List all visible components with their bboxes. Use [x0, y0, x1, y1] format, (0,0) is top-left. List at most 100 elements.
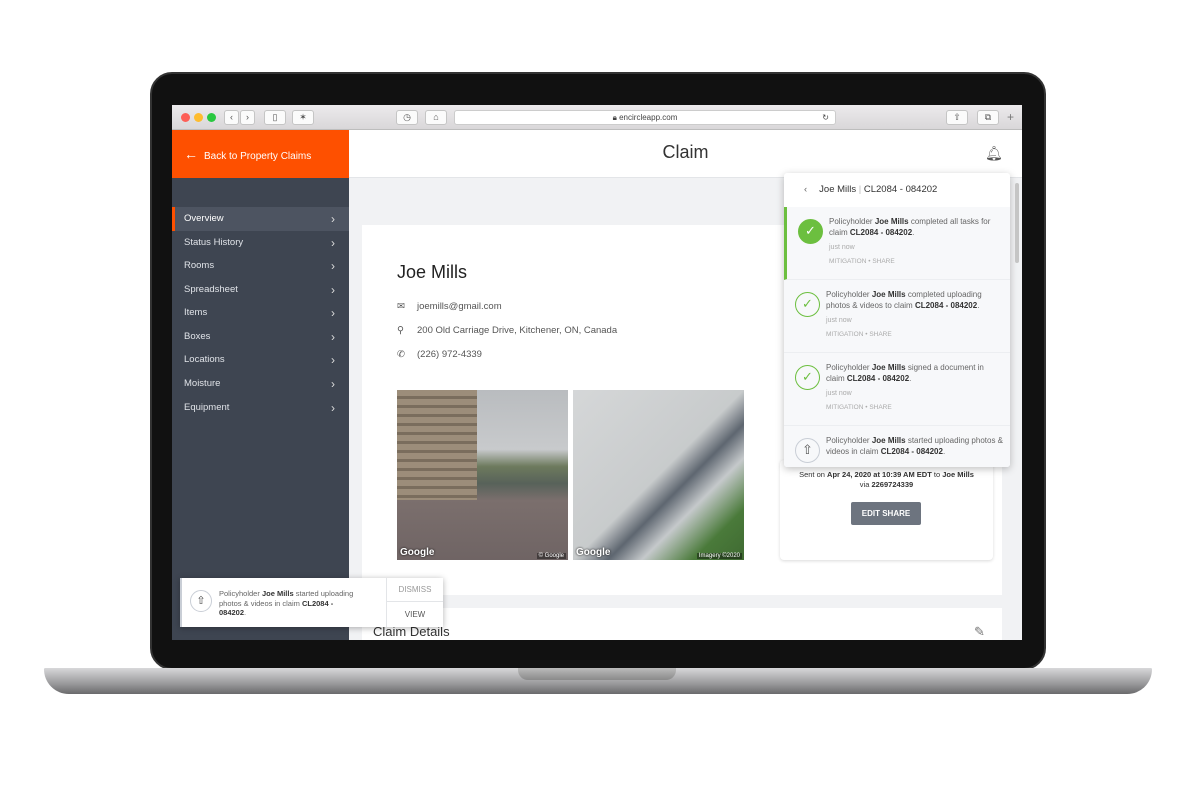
sent-to: to [931, 470, 943, 479]
email-row: ✉ joemills@gmail.com [397, 301, 502, 312]
sidebar-item-moisture[interactable]: Moisture › [172, 372, 349, 396]
pencil-icon[interactable]: ✎ [974, 624, 985, 640]
laptop-notch [518, 668, 676, 680]
forward-nav-icon[interactable]: › [240, 110, 255, 125]
notifications-scrollbar[interactable] [1015, 183, 1019, 263]
sidebar-item-items[interactable]: Items › [172, 301, 349, 325]
location-pin-icon: ⚲ [397, 325, 404, 336]
check-circle-icon: ✓ [795, 365, 820, 390]
page-title: Claim [662, 142, 709, 162]
google-logo: Google [400, 547, 435, 558]
check-circle-icon: ✓ [795, 292, 820, 317]
nav-label: Items [184, 307, 208, 318]
building-shape [397, 390, 477, 500]
sent-prefix: Sent on [799, 470, 828, 479]
reader-icon[interactable]: ✶ [292, 110, 314, 125]
nav-label: Equipment [184, 402, 230, 413]
notifications-header: ‹ Joe Mills | CL2084 - 084202 [784, 173, 1010, 207]
sidebar-item-rooms[interactable]: Rooms › [172, 254, 349, 278]
sidebar-item-spreadsheet[interactable]: Spreadsheet › [172, 278, 349, 302]
notification-item[interactable]: ⇧ Policyholder Joe Mills started uploadi… [784, 426, 1010, 467]
address-bar[interactable]: 🔒︎ encircleapp.com ↻ [454, 110, 836, 125]
notification-item[interactable]: ✓ Policyholder Joe Mills signed a docume… [784, 353, 1010, 426]
page-header: Claim 🔔︎ [349, 130, 1022, 178]
notification-text: Policyholder Joe Mills completed all tas… [829, 217, 991, 237]
nav-label: Status History [184, 237, 244, 248]
claim-details-card: Claim Details ✎ [362, 608, 1002, 640]
browser-toolbar: ‹ › ▯ ✶ ◷ ⌂ 🔒︎ encircleapp.com ↻ ⇧ ⧉ + [172, 105, 1022, 130]
bell-icon[interactable]: 🔔︎ [985, 145, 1003, 162]
minimize-window-button[interactable] [194, 113, 203, 122]
share-sent-info: Sent on Apr 24, 2020 at 10:39 AM EDT to … [780, 470, 993, 490]
chevron-right-icon: › [331, 353, 335, 367]
sent-name: Joe Mills [942, 470, 974, 479]
check-circle-filled-icon: ✓ [798, 219, 823, 244]
notification-item[interactable]: ✓ Policyholder Joe Mills completed uploa… [784, 280, 1010, 353]
chevron-right-icon: › [331, 236, 335, 250]
notification-text: Policyholder Joe Mills completed uploadi… [826, 290, 982, 310]
sent-date: Apr 24, 2020 at 10:39 AM EDT [827, 470, 932, 479]
chevron-right-icon: › [331, 283, 335, 297]
nav-label: Locations [184, 354, 225, 365]
claimant-name: Joe Mills [397, 262, 468, 282]
via-label: via [859, 480, 872, 489]
upload-icon: ⇧ [190, 590, 212, 612]
back-to-claims-link[interactable]: ← Back to Property Claims [172, 130, 349, 178]
chevron-right-icon: › [331, 306, 335, 320]
email-text[interactable]: joemills@gmail.com [417, 301, 502, 312]
history-icon[interactable]: ◷ [396, 110, 418, 125]
street-view-photo[interactable]: Google © Google [397, 390, 568, 560]
notification-time: just now [829, 244, 855, 251]
nav-label: Moisture [184, 378, 221, 389]
notification-text: Policyholder Joe Mills signed a document… [826, 363, 984, 383]
notification-item[interactable]: ✓ Policyholder Joe Mills completed all t… [784, 207, 1010, 280]
dismiss-button[interactable]: DISMISS [386, 578, 443, 602]
nav-label: Boxes [184, 331, 211, 342]
new-tab-icon[interactable]: + [1007, 110, 1014, 124]
photo-credit: © Google [536, 553, 566, 559]
satellite-photo[interactable]: Google Imagery ©2020 [573, 390, 744, 560]
close-window-button[interactable] [181, 113, 190, 122]
notification-tags: MITIGATION • SHARE [829, 258, 895, 265]
back-nav-icon[interactable]: ‹ [224, 110, 239, 125]
tabs-icon[interactable]: ⧉ [977, 110, 999, 125]
sidebar-item-equipment[interactable]: Equipment › [172, 396, 349, 420]
nav-label: Spreadsheet [184, 284, 238, 295]
address-row: ⚲ 200 Old Carriage Drive, Kitchener, ON, … [397, 325, 617, 336]
notification-time: just now [826, 317, 852, 324]
chevron-right-icon: › [331, 259, 335, 273]
sidebar-item-overview[interactable]: Overview › [172, 207, 349, 231]
toast-text: Policyholder Joe Mills started uploading… [219, 589, 354, 617]
phone-icon: ✆ [397, 349, 405, 360]
sidebar-item-locations[interactable]: Locations › [172, 348, 349, 372]
photo-credit: Imagery ©2020 [696, 553, 742, 559]
phone-row: ✆ (226) 972-4339 [397, 349, 482, 360]
chevron-right-icon: › [331, 401, 335, 415]
nav-label: Rooms [184, 260, 215, 271]
screen: ‹ › ▯ ✶ ◷ ⌂ 🔒︎ encircleapp.com ↻ ⇧ ⧉ + ← B… [172, 105, 1022, 640]
separator: | [858, 184, 862, 195]
sidebar-item-status-history[interactable]: Status History › [172, 231, 349, 255]
mail-icon: ✉ [397, 301, 405, 312]
phone-text[interactable]: (226) 972-4339 [417, 349, 482, 360]
sidebar-toggle-icon[interactable]: ▯ [264, 110, 286, 125]
edit-share-button[interactable]: EDIT SHARE [851, 502, 921, 525]
chevron-right-icon: › [331, 330, 335, 344]
view-button[interactable]: VIEW [386, 602, 443, 627]
chevron-right-icon: › [331, 377, 335, 391]
url-text: encircleapp.com [619, 113, 678, 122]
via-number: 2269724339 [871, 480, 914, 489]
maximize-window-button[interactable] [207, 113, 216, 122]
notification-tags: MITIGATION • SHARE [826, 404, 892, 411]
home-icon[interactable]: ⌂ [425, 110, 447, 125]
notification-text: Policyholder Joe Mills started uploading… [826, 436, 1004, 456]
reload-icon[interactable]: ↻ [822, 111, 829, 124]
share-icon[interactable]: ⇧ [946, 110, 968, 125]
notification-tags: MITIGATION • SHARE [826, 331, 892, 338]
address-text: 200 Old Carriage Drive, Kitchener, ON, C… [417, 325, 618, 336]
chevron-left-icon[interactable]: ‹ [804, 184, 807, 195]
back-label: Back to Property Claims [204, 151, 312, 162]
google-logo: Google [576, 547, 611, 558]
chevron-right-icon: › [331, 212, 335, 226]
sidebar-item-boxes[interactable]: Boxes › [172, 325, 349, 349]
